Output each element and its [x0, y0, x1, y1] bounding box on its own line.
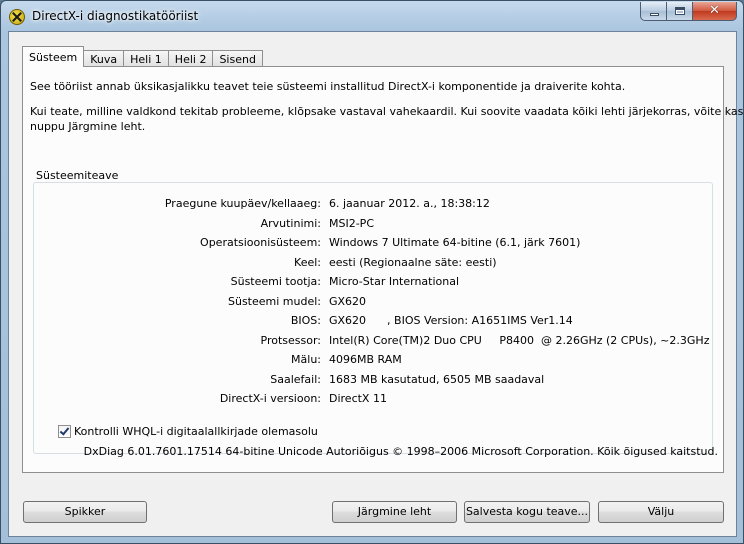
intro-text-3: nuppu Järgmine leht. [30, 120, 146, 133]
info-label: DirectX-i versioon: [219, 392, 321, 405]
info-value: 1683 MB kasutatud, 6505 MB saadaval [329, 372, 545, 386]
info-label: Süsteemi tootja: [230, 275, 321, 288]
info-value: DirectX 11 [329, 392, 387, 405]
dialog-client-area: Süsteem Kuva Heli 1 Heli 2 Sisend See tö… [8, 31, 744, 537]
tab-sound-2[interactable]: Heli 2 [167, 50, 214, 67]
info-label: Protsessor: [260, 333, 322, 347]
tab-display[interactable]: Kuva [83, 50, 125, 67]
info-row-memory: Mälu: 4096MB RAM [34, 353, 714, 371]
caption-buttons: ✕ [640, 2, 737, 21]
info-label: BIOS: [290, 314, 321, 327]
save-all-info-button[interactable]: Salvesta kogu teave... [464, 501, 590, 523]
maximize-button[interactable] [667, 2, 693, 21]
info-value: GX620 , BIOS Version: A1651IMS Ver1.14 [329, 314, 573, 327]
info-value: MSI2-PC [329, 216, 374, 230]
info-row-processor: Protsessor: Intel(R) Core(TM)2 Duo CPU P… [34, 334, 714, 352]
intro-text-2: Kui teate, milline valdkond tekitab prob… [30, 105, 744, 118]
info-value: Micro-Star International [329, 275, 460, 288]
info-label: Mälu: [291, 353, 321, 366]
info-value: Windows 7 Ultimate 64-bitine (6.1, järk … [329, 236, 581, 249]
info-row-directx-version: DirectX-i versioon: DirectX 11 [34, 392, 714, 410]
window-title: DirectX-i diagnostikatööriist [32, 9, 199, 23]
info-label: Praegune kuupäev/kellaaeg: [164, 197, 321, 210]
whql-checkbox-label[interactable]: Kontrolli WHQL-i digitaalallkirjade olem… [74, 425, 318, 438]
next-page-button[interactable]: Järgmine leht [332, 501, 457, 523]
dxdiag-window: DirectX-i diagnostikatööriist ✕ Süsteem … [0, 0, 744, 544]
info-value: 4096MB RAM [329, 353, 402, 366]
info-row-os: Operatsioonisüsteem: Windows 7 Ultimate … [34, 236, 714, 254]
system-info-group-title: Süsteemiteave [33, 169, 122, 182]
info-row-page-file: Saalefail: 1683 MB kasutatud, 6505 MB sa… [34, 373, 714, 391]
whql-checkbox-row[interactable]: Kontrolli WHQL-i digitaalallkirjade olem… [58, 424, 318, 438]
info-label: Süsteemi mudel: [227, 294, 321, 308]
system-info-group: Praegune kuupäev/kellaaeg: 6. jaanuar 20… [33, 182, 713, 454]
copyright-text: DxDiag 6.01.7601.17514 64-bitine Unicode… [83, 445, 718, 458]
info-row-language: Keel: eesti (Regionaalne säte: eesti) [34, 256, 714, 274]
tab-system[interactable]: Süsteem [22, 46, 85, 67]
tab-input[interactable]: Sisend [212, 50, 263, 67]
help-button[interactable]: Spikker [23, 501, 147, 523]
info-value: 6. jaanuar 2012. a., 18:38:12 [329, 197, 490, 210]
tab-strip: Süsteem Kuva Heli 1 Heli 2 Sisend [22, 46, 263, 67]
close-icon: ✕ [709, 3, 720, 18]
info-value: eesti (Regionaalne säte: eesti) [329, 255, 497, 269]
info-label: Operatsioonisüsteem: [200, 236, 321, 249]
checkmark-icon [59, 424, 70, 436]
info-row-datetime: Praegune kuupäev/kellaaeg: 6. jaanuar 20… [34, 197, 714, 215]
title-bar[interactable]: DirectX-i diagnostikatööriist ✕ [1, 1, 743, 33]
info-label: Keel: [294, 255, 321, 269]
info-row-manufacturer: Süsteemi tootja: Micro-Star Internationa… [34, 275, 714, 293]
exit-button[interactable]: Välju [598, 501, 724, 523]
info-value: GX620 [329, 294, 367, 308]
system-tab-panel: See tööriist annab üksikasjalikku teavet… [22, 66, 744, 473]
minimize-icon [650, 13, 659, 16]
info-row-model: Süsteemi mudel: GX620 [34, 295, 714, 313]
info-label: Arvutinimi: [260, 216, 321, 230]
maximize-icon [675, 7, 685, 15]
tab-sound-1[interactable]: Heli 1 [123, 50, 169, 67]
info-row-computer-name: Arvutinimi: MSI2-PC [34, 217, 714, 235]
directx-app-icon [9, 9, 25, 25]
minimize-button[interactable] [640, 2, 667, 21]
info-row-bios: BIOS: GX620 , BIOS Version: A1651IMS Ver… [34, 314, 714, 332]
info-value: Intel(R) Core(TM)2 Duo CPU P8400 @ 2.26G… [329, 333, 710, 347]
close-button[interactable]: ✕ [693, 2, 737, 21]
whql-checkbox[interactable] [58, 424, 71, 438]
info-label: Saalefail: [270, 372, 321, 386]
intro-text-1: See tööriist annab üksikasjalikku teavet… [30, 80, 626, 93]
